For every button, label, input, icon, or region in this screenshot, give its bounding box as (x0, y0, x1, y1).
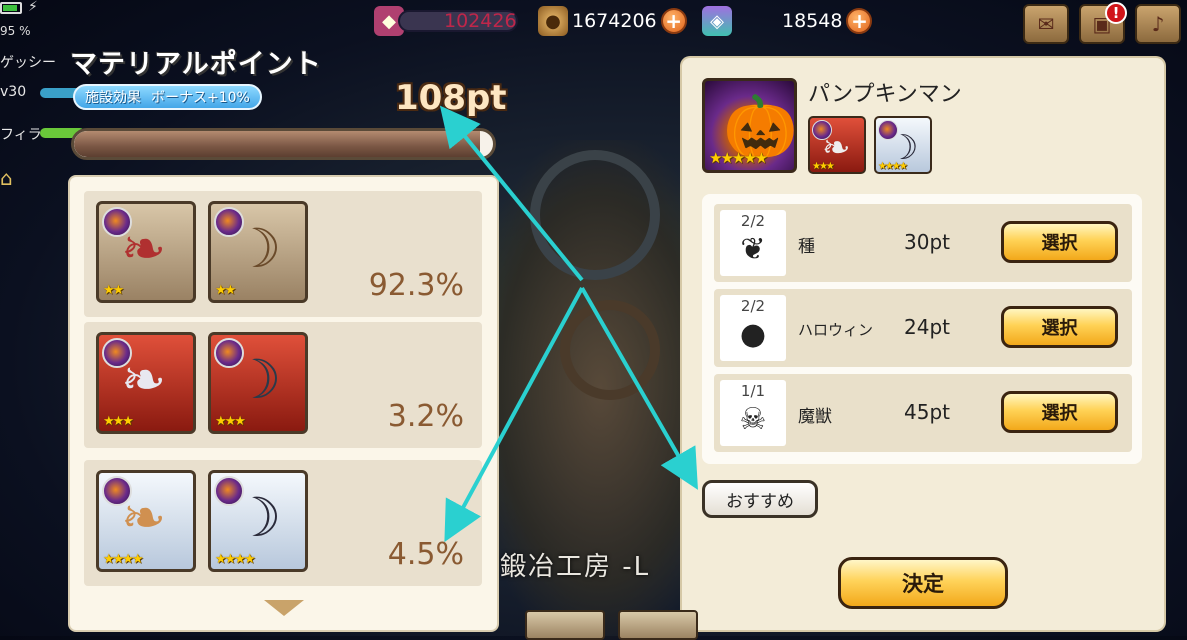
material-point-progress-bar (71, 128, 496, 160)
recommend-button[interactable]: おすすめ (702, 480, 818, 518)
material-point-total: 108pt (395, 78, 507, 118)
beast-icon: ☠ (739, 402, 767, 437)
character-name: パンプキンマン (808, 82, 962, 107)
material-row: 2/2 ● ハロウィン 24pt 選択 (714, 289, 1132, 367)
coin-currency: ● 1674206 + (538, 4, 687, 38)
material-row: 1/1 ☠ 魔獣 45pt 選択 (714, 374, 1132, 452)
horn-weapon-icon: ☽ (233, 217, 282, 280)
character-material-panel: 🎃 ★★★★★ パンプキンマン ❧ ★★★ ☽ ★★★★ 2/2 ❦ 種 30p… (682, 58, 1164, 630)
claw-weapon-icon: ❧ (121, 486, 167, 549)
equipped-weapon-slot[interactable]: ☽ ★★★★ (874, 116, 932, 174)
background-facility-title: 鍛冶工房 -L (500, 552, 651, 582)
material-list: 2/2 ❦ 種 30pt 選択 2/2 ● ハロウィン 24pt 選択 1/1 … (702, 194, 1142, 464)
horn-button[interactable]: ♪ (1135, 4, 1181, 44)
facility-bonus-label: 施設効果 (85, 90, 141, 106)
charging-icon: ⚡ (28, 0, 38, 15)
material-point-title: マテリアルポイント (70, 49, 322, 80)
rate-percent: 3.2% (387, 399, 464, 434)
material-icon-box: 2/2 ● (720, 295, 786, 361)
rate-row: ❧ ★★ ☽ ★★ 92.3% (84, 191, 482, 317)
cage-icon: ⌂ (0, 166, 13, 190)
material-count: 2/2 (740, 297, 766, 315)
party-member-level: v30 (0, 84, 27, 100)
confirm-button[interactable]: 決定 (838, 557, 1008, 609)
coin-amount: 1674206 (572, 10, 657, 32)
battery-percent: 95 % (0, 24, 31, 38)
rarity-stars: ★★ (215, 283, 236, 298)
material-icon-box: 2/2 ❦ (720, 210, 786, 276)
material-icon-box: 1/1 ☠ (720, 380, 786, 446)
material-points: 24pt (904, 315, 950, 339)
facility-bonus-badge: 施設効果 ボーナス+10% (73, 84, 262, 110)
select-beast-button[interactable]: 選択 (1001, 391, 1118, 433)
select-seed-button[interactable]: 選択 (1001, 221, 1118, 263)
top-right-menu: ✉ ▣! ♪ (1023, 2, 1181, 44)
rate-row: ❧ ★★★ ☽ ★★★ 3.2% (84, 322, 482, 448)
rarity-stars: ★★★ (215, 414, 246, 429)
party-member-name: フィラ (0, 127, 42, 143)
equipment-slot[interactable]: ❧ ★★★ (96, 332, 196, 434)
rate-row: ❧ ★★★★ ☽ ★★★★ 4.5% (84, 460, 482, 586)
equipped-weapon-slot[interactable]: ❧ ★★★ (808, 116, 866, 174)
rarity-stars: ★★★ (103, 414, 134, 429)
rarity-stars: ★★★★ (878, 161, 908, 172)
claw-weapon-icon: ❧ (121, 217, 167, 280)
battery-icon (0, 2, 22, 14)
halloween-icon: ● (739, 317, 767, 352)
gem-currency: ◈ 18548 + (702, 4, 873, 38)
background-gear (530, 150, 660, 280)
horn-icon: ♪ (1151, 12, 1165, 36)
alert-badge: ! (1105, 2, 1127, 24)
crystal-currency: ◆ 102426 (374, 4, 518, 38)
rarity-stars: ★★★★ (215, 552, 256, 567)
gem-icon: ◈ (702, 6, 732, 36)
select-halloween-button[interactable]: 選択 (1001, 306, 1118, 348)
material-point-progress-fill (74, 131, 481, 157)
rate-percent: 4.5% (387, 537, 464, 572)
gem-amount: 18548 (782, 10, 843, 32)
material-count: 2/2 (740, 212, 766, 230)
equipment-slot[interactable]: ❧ ★★ (96, 201, 196, 303)
material-points: 45pt (904, 400, 950, 424)
equipment-slot[interactable]: ☽ ★★ (208, 201, 308, 303)
coin-icon: ● (538, 6, 568, 36)
rarity-stars: ★★★★ (103, 552, 144, 567)
material-name: 魔獣 (798, 407, 832, 427)
gift-button[interactable]: ▣! (1079, 2, 1127, 44)
character-rarity-stars: ★★★★★ (709, 149, 768, 167)
chevron-down-icon[interactable] (264, 600, 304, 616)
crystal-amount: 102426 (444, 10, 517, 32)
rate-percent: 92.3% (368, 268, 464, 303)
add-gem-button[interactable]: + (846, 8, 873, 34)
left-status-strip: ⚡ 95 % ゲッシー v30 フィラ ⌂ (0, 0, 85, 210)
material-name: ハロウィン (798, 321, 874, 339)
seed-icon: ❦ (740, 232, 766, 267)
material-count: 1/1 (740, 382, 766, 400)
horn-weapon-icon: ☽ (233, 486, 282, 549)
mail-icon: ✉ (1037, 12, 1055, 36)
mail-button[interactable]: ✉ (1023, 4, 1069, 44)
equipment-slot[interactable]: ☽ ★★★★ (208, 470, 308, 572)
equipment-slot[interactable]: ❧ ★★★★ (96, 470, 196, 572)
material-name: 種 (798, 237, 815, 257)
facility-bonus-value: ボーナス+10% (151, 90, 250, 106)
result-rate-panel: ❧ ★★ ☽ ★★ 92.3% ❧ ★★★ ☽ ★★★ 3.2% ❧ ★★★★ (70, 177, 497, 630)
add-coin-button[interactable]: + (660, 8, 687, 34)
party-member-name: ゲッシー (0, 55, 56, 71)
character-portrait[interactable]: 🎃 ★★★★★ (702, 78, 797, 173)
equipment-slot[interactable]: ☽ ★★★ (208, 332, 308, 434)
material-points: 30pt (904, 230, 950, 254)
horn-weapon-icon: ☽ (233, 348, 282, 411)
rarity-stars: ★★★ (812, 161, 835, 172)
material-row: 2/2 ❦ 種 30pt 選択 (714, 204, 1132, 282)
rarity-stars: ★★ (103, 283, 124, 298)
background-gear (560, 300, 660, 400)
claw-weapon-icon: ❧ (121, 348, 167, 411)
